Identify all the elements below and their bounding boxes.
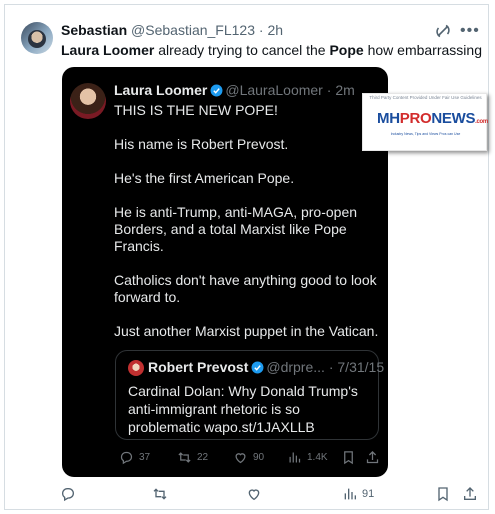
bookmark-icon <box>438 487 448 502</box>
embedded-repost: 22 <box>177 450 208 465</box>
share-icon <box>366 450 379 464</box>
meta-separator: · <box>324 359 338 375</box>
grok-icon[interactable] <box>435 23 451 39</box>
embedded-bookmark <box>341 450 356 465</box>
like-count: 90 <box>253 452 265 463</box>
repost-icon <box>178 452 191 463</box>
verified-badge-icon <box>210 84 223 97</box>
repost-icon <box>153 488 167 500</box>
embedded-author-avatar <box>70 83 106 119</box>
embedded-post-time: 2m <box>335 82 355 98</box>
more-options-icon[interactable]: ••• <box>460 22 480 40</box>
heart-icon <box>235 453 246 464</box>
bookmark-icon <box>344 451 353 465</box>
post-text-segment: how embarrassing <box>363 42 482 58</box>
post-action-bar: 91 <box>60 486 480 506</box>
views-count: 1.4K <box>307 452 328 463</box>
reply-icon <box>120 451 133 465</box>
quoted-post-time: 7/31/15 <box>337 359 385 375</box>
embedded-author-handle: @LauraLoomer <box>225 82 323 98</box>
views-chart-icon <box>289 452 301 463</box>
repost-button[interactable] <box>152 486 172 502</box>
quoted-post-header: Robert Prevost @drpre... · 7/31/15 <box>148 359 384 376</box>
like-button[interactable] <box>246 486 266 502</box>
post-header: Sebastian @Sebastian_FL123 · 2h <box>61 22 283 39</box>
embedded-reply: 37 <box>119 450 150 465</box>
reply-count: 37 <box>139 452 151 463</box>
views-chart-icon <box>344 488 356 500</box>
mhpronews-logo: MHPRONEWS.com <box>377 110 488 127</box>
embedded-action-bar: 37 22 90 1.4K <box>115 450 385 470</box>
reply-icon <box>62 488 74 502</box>
bookmark-button[interactable] <box>435 486 451 502</box>
share-icon <box>464 487 476 500</box>
post-text-segment: already trying to cancel the <box>154 42 330 58</box>
watermark-caption: Third Party Content Provided Under Fair … <box>369 95 482 100</box>
quoted-author-handle: @drpre... <box>266 359 325 375</box>
mhpronews-watermark: Third Party Content Provided Under Fair … <box>362 93 488 151</box>
quoted-author-avatar <box>128 360 144 376</box>
reply-button[interactable] <box>60 486 80 502</box>
views-count: 91 <box>362 488 375 500</box>
watermark-tagline: Industry News, Tips and Views Pros can U… <box>390 132 461 136</box>
verified-badge-icon <box>251 361 264 374</box>
meta-separator: · <box>255 22 268 38</box>
heart-icon <box>248 489 260 501</box>
author-name[interactable]: Sebastian <box>61 22 127 38</box>
post-text-mention: Laura Loomer <box>61 42 155 58</box>
embedded-post-header: Laura Loomer @LauraLoomer · 2m <box>114 82 355 99</box>
quoted-post-body: Cardinal Dolan: Why Donald Trump's anti-… <box>128 383 358 435</box>
embedded-post-body: THIS IS THE NEW POPE! His name is Robert… <box>114 102 379 339</box>
embedded-post-screenshot[interactable]: Laura Loomer @LauraLoomer · 2m THIS IS TH… <box>62 67 388 477</box>
post-time[interactable]: 2h <box>267 22 283 38</box>
repost-count: 22 <box>197 452 209 463</box>
embedded-share <box>365 450 380 465</box>
embedded-views: 1.4K <box>287 450 328 465</box>
author-handle[interactable]: @Sebastian_FL123 <box>131 22 255 38</box>
post-text: Laura Loomer already trying to cancel th… <box>61 42 482 59</box>
quoted-author-name: Robert Prevost <box>148 359 249 375</box>
post-container[interactable]: Sebastian @Sebastian_FL123 · 2h ••• Laur… <box>4 4 489 510</box>
meta-separator: · <box>322 82 336 98</box>
quoted-post: Robert Prevost @drpre... · 7/31/15 Cardin… <box>115 350 384 440</box>
embedded-author-name: Laura Loomer <box>114 82 208 98</box>
author-avatar[interactable] <box>21 22 53 54</box>
share-button[interactable] <box>462 486 478 502</box>
embedded-like: 90 <box>233 450 264 465</box>
views-button[interactable]: 91 <box>342 486 374 502</box>
post-text-bold: Pope <box>329 42 364 58</box>
